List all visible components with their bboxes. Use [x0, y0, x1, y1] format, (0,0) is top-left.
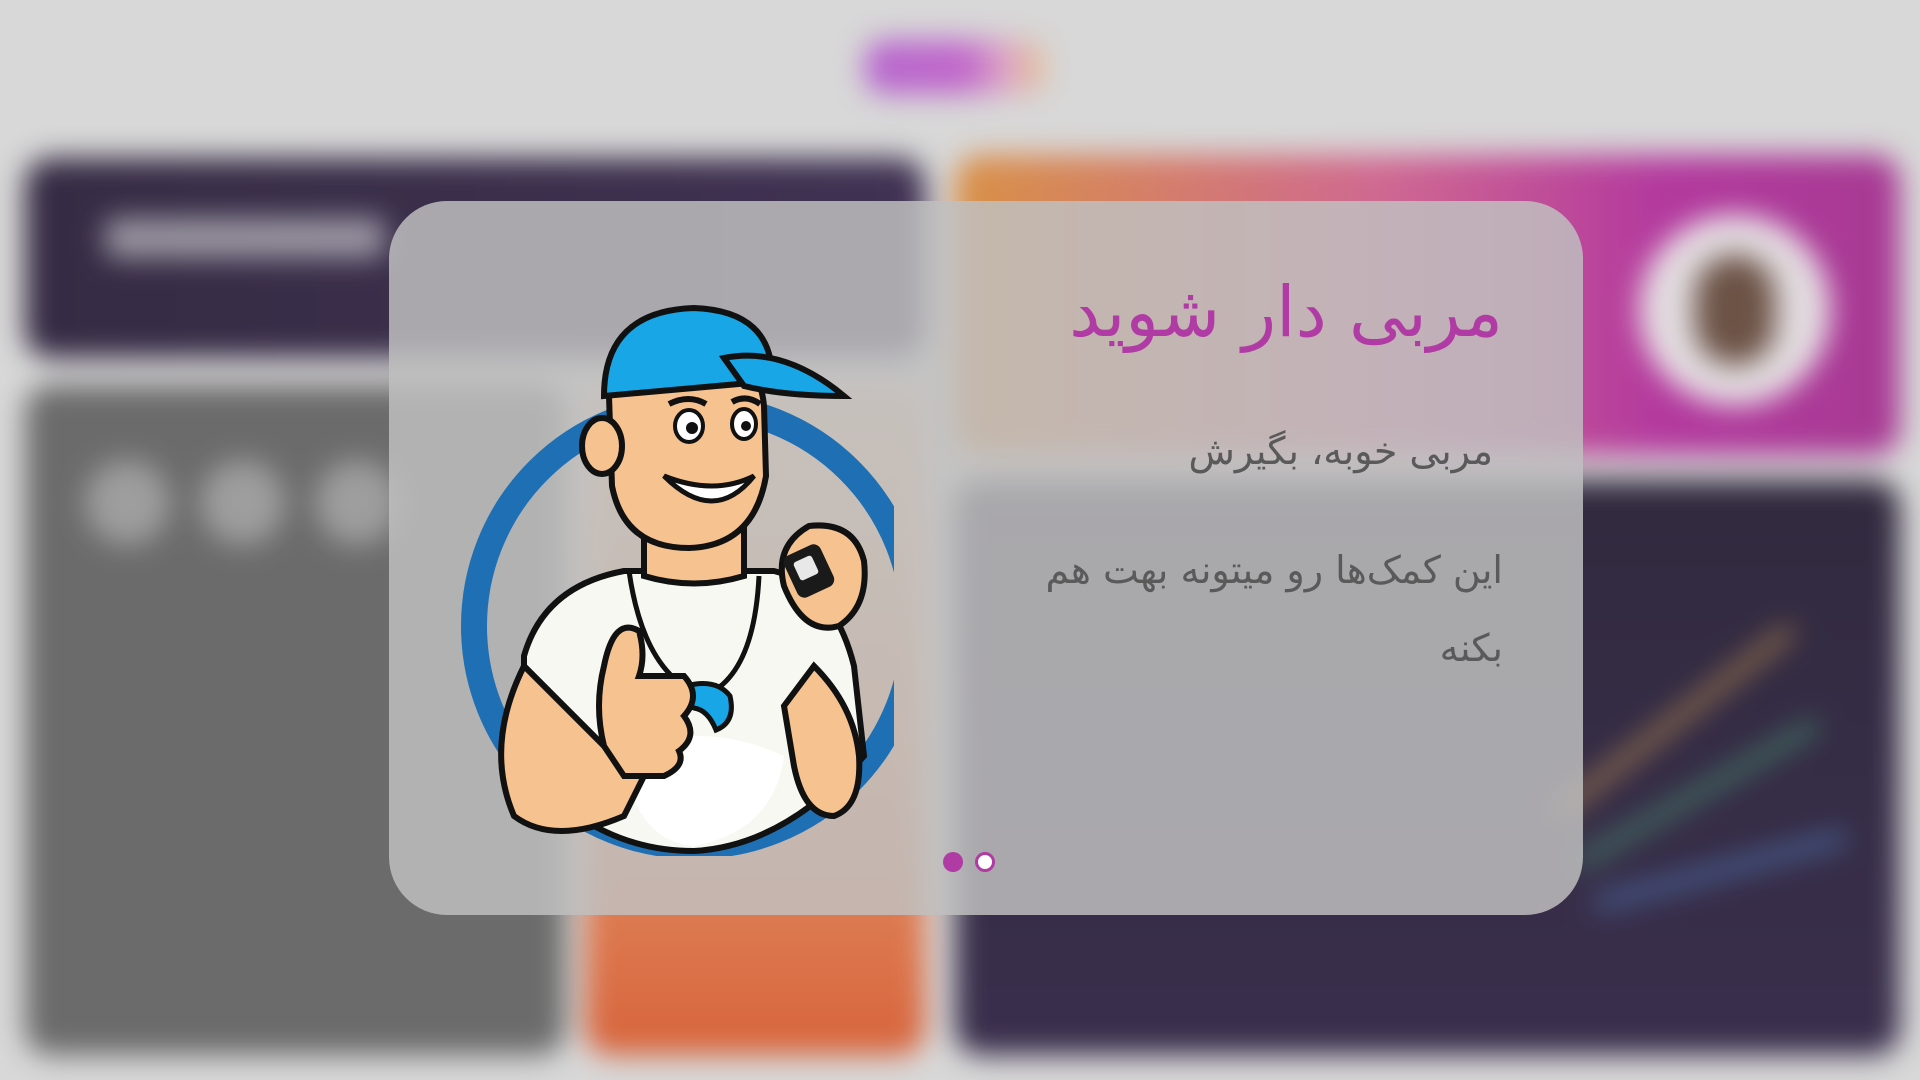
modal-subtitle: مربی خوبه، بگیرش [1188, 429, 1493, 473]
coach-with-whistle-icon [461, 304, 894, 856]
pagination-dot-2[interactable] [975, 852, 995, 872]
pagination-dot-1[interactable] [943, 852, 963, 872]
pagination-dots [943, 852, 995, 872]
onboarding-modal: مربی دار شوید مربی خوبه، بگیرش این کمک‌ه… [389, 201, 1583, 915]
modal-title: مربی دار شوید [1069, 271, 1503, 353]
modal-description: این کمک‌ها رو میتونه بهت هم بکنه [1045, 548, 1503, 670]
